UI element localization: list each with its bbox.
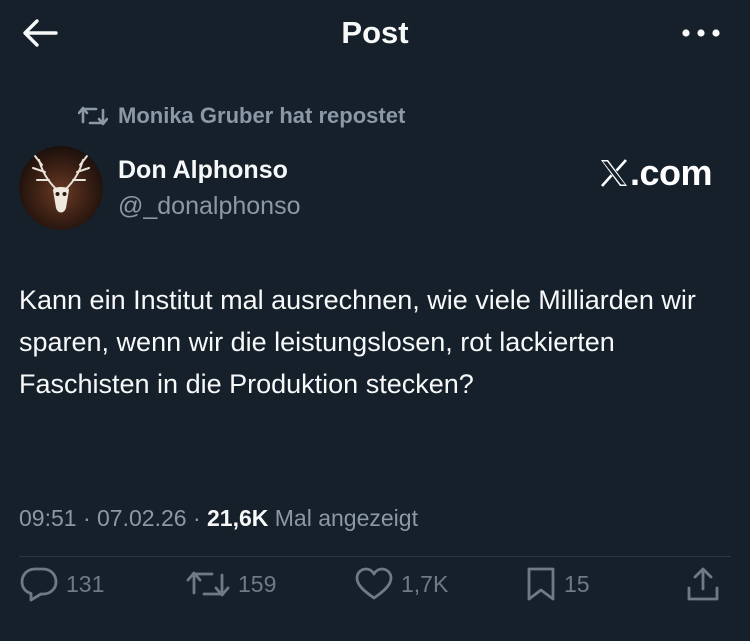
tweet-text: Kann ein Institut mal ausrechnen, wie vi… <box>19 285 696 399</box>
bookmark-icon <box>527 567 555 601</box>
page-title: Post <box>341 15 409 50</box>
more-button[interactable] <box>678 17 724 49</box>
tweet-meta: 09:51 · 07.02.26 · 21,6K Mal angezeigt <box>19 503 418 533</box>
meta-separator: · <box>82 505 98 531</box>
deer-skull-avatar-image <box>19 146 103 230</box>
share-button[interactable] <box>686 560 720 608</box>
avatar[interactable] <box>19 146 103 230</box>
more-dots-icon <box>682 29 720 37</box>
author-name[interactable]: Don Alphonso <box>118 154 288 186</box>
meta-separator: · <box>192 505 207 531</box>
post-screen: Post Monika Gruber hat repostet Don Alph… <box>0 0 750 641</box>
reply-count: 131 <box>66 570 105 597</box>
top-bar: Post <box>0 0 750 66</box>
share-icon <box>687 567 719 601</box>
repost-label: Monika Gruber hat repostet <box>118 103 406 128</box>
repost-count: 159 <box>238 570 277 597</box>
bookmark-count: 15 <box>564 570 590 597</box>
repost-button[interactable]: 159 <box>186 560 276 608</box>
bookmark-button[interactable]: 15 <box>526 560 590 608</box>
watermark-suffix: .com <box>629 152 713 193</box>
author-handle[interactable]: @_donalphonso <box>118 190 300 222</box>
divider <box>19 556 731 557</box>
tweet-date[interactable]: 07.02.26 <box>97 505 187 531</box>
repost-indicator[interactable]: Monika Gruber hat repostet <box>78 101 405 131</box>
heart-icon <box>355 567 393 600</box>
reply-icon <box>20 567 58 602</box>
x-com-watermark: .com <box>599 150 713 196</box>
like-count: 1,7K <box>401 570 449 597</box>
repost-icon <box>78 106 108 126</box>
reply-button[interactable]: 131 <box>20 560 104 608</box>
views-label[interactable]: Mal angezeigt <box>275 505 418 531</box>
action-bar: 131 159 1,7K 15 <box>0 560 750 608</box>
x-logo-icon <box>600 159 627 187</box>
views-count[interactable]: 21,6K <box>207 505 268 531</box>
like-button[interactable]: 1,7K <box>355 560 448 608</box>
tweet-time[interactable]: 09:51 <box>19 505 77 531</box>
repost-icon <box>186 571 230 597</box>
